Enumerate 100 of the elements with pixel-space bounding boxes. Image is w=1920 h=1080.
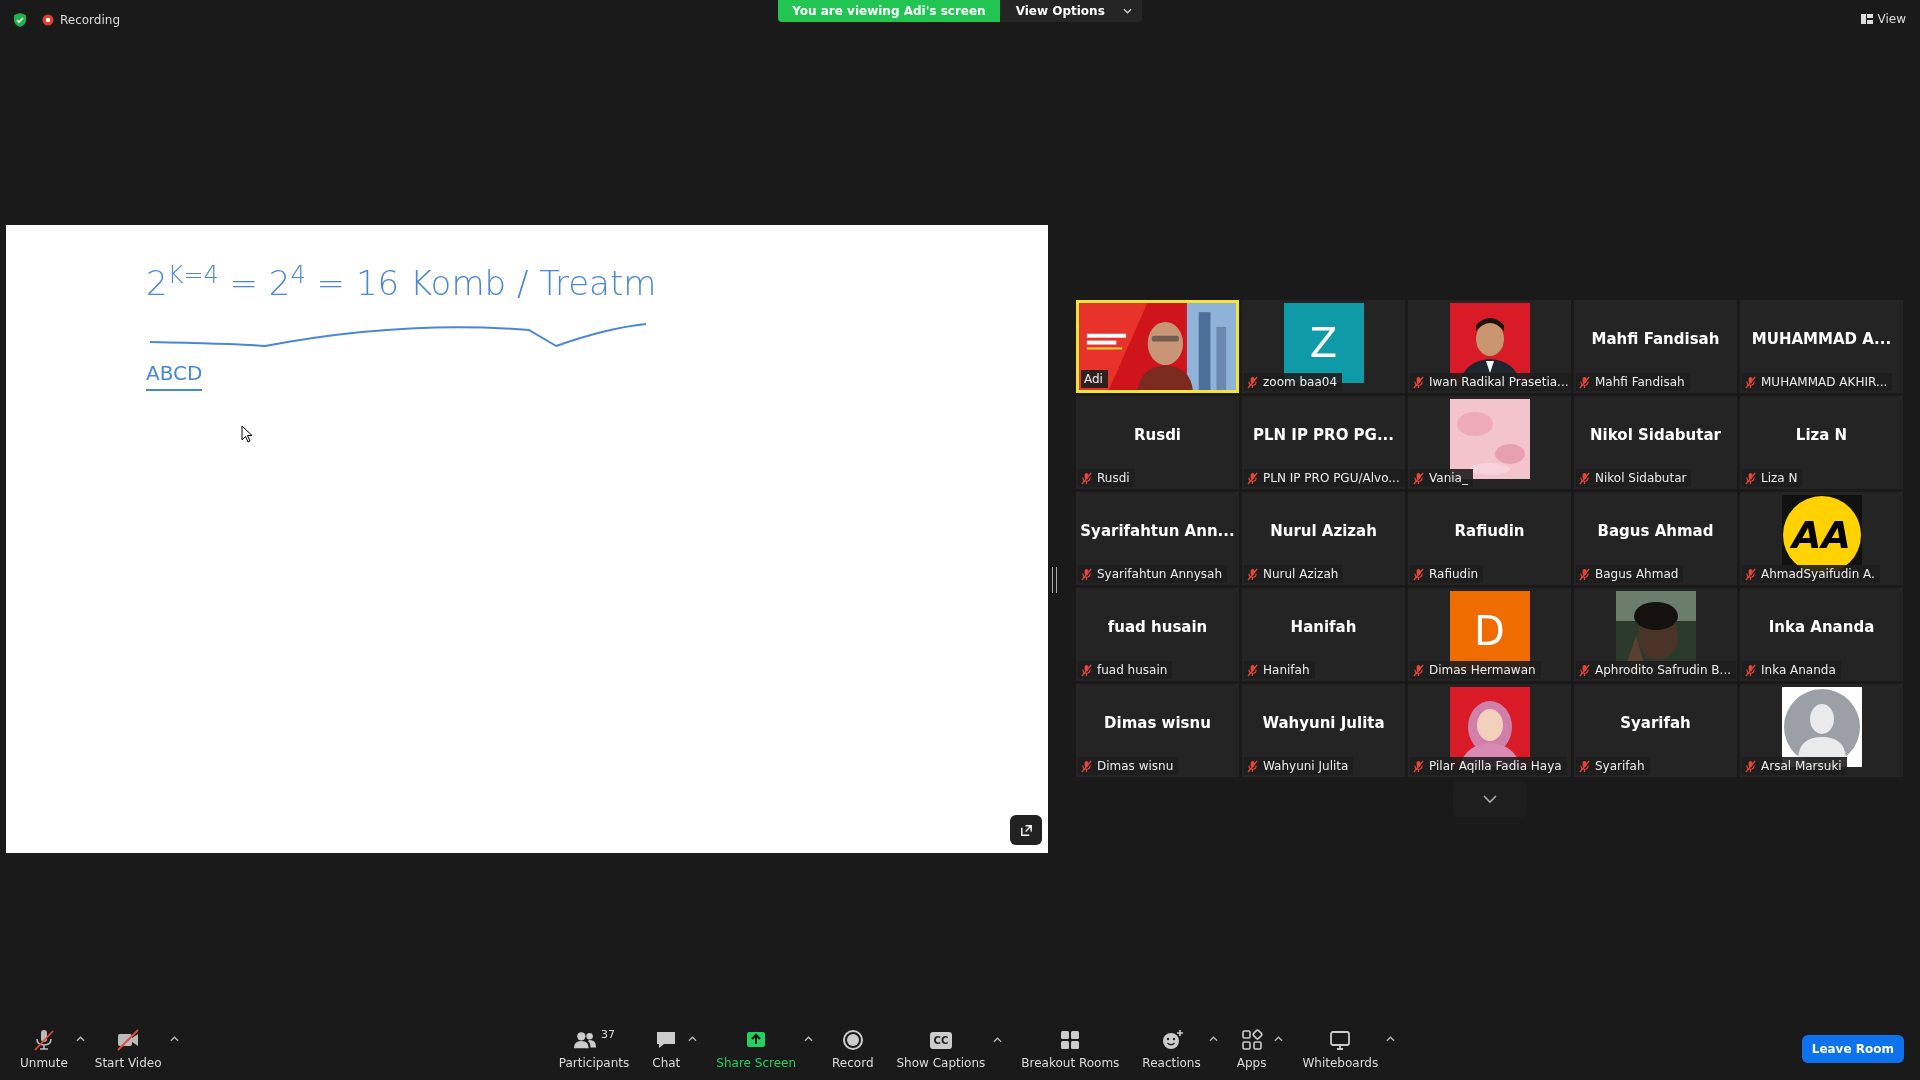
view-button[interactable]: View xyxy=(1860,12,1906,26)
grid-icon xyxy=(1860,13,1873,25)
participant-tile[interactable]: fuad husain fuad husain xyxy=(1076,588,1239,681)
viewing-banner: You are viewing Adi's screen xyxy=(778,0,1000,22)
caret-icon xyxy=(1122,8,1132,14)
participant-tile[interactable]: Bagus Ahmad Bagus Ahmad xyxy=(1574,492,1737,585)
participant-label: Syarifahtun Annysah xyxy=(1097,567,1222,581)
participant-label: zoom baa04 xyxy=(1263,375,1338,389)
participant-label: fuad husain xyxy=(1097,663,1168,677)
participant-name: Bagus Ahmad xyxy=(1597,521,1714,540)
participant-label: Arsal Marsuki xyxy=(1761,759,1842,773)
caret-icon[interactable] xyxy=(75,1036,85,1042)
toolbar-button[interactable]: 37 Participants xyxy=(554,1024,634,1074)
whiteboard-icon xyxy=(1328,1028,1353,1052)
participant-tile[interactable]: D Dimas Hermawan xyxy=(1408,588,1571,681)
participant-name: Rusdi xyxy=(1133,425,1181,444)
mouse-cursor-icon xyxy=(241,425,253,443)
participant-tile[interactable]: MUHAMMAD A... MUHAMMAD AKHIR... xyxy=(1740,300,1903,393)
apps-icon xyxy=(1239,1028,1264,1052)
resize-handle[interactable] xyxy=(1052,567,1057,593)
participant-tile[interactable]: Iwan Radikal Prasetia... xyxy=(1408,300,1571,393)
participant-name: PLN IP PRO PG... xyxy=(1252,425,1394,444)
participant-tile[interactable]: Syarifahtun Ann... Syarifahtun Annysah xyxy=(1076,492,1239,585)
caret-icon[interactable] xyxy=(993,1036,1003,1043)
toolbar-button[interactable]: Record xyxy=(828,1024,878,1074)
participant-tile[interactable]: Dimas wisnu Dimas wisnu xyxy=(1076,684,1239,777)
participant-label: Nurul Azizah xyxy=(1263,567,1339,581)
caret-icon[interactable] xyxy=(1208,1036,1218,1042)
participant-name: Syarifah xyxy=(1620,713,1691,732)
participant-tile[interactable]: Pilar Aqilla Fadia Haya xyxy=(1408,684,1571,777)
participant-tile[interactable]: Wahyuni Julita Wahyuni Julita xyxy=(1242,684,1405,777)
toolbar-button[interactable]: CC Show Captions xyxy=(892,1024,990,1074)
caret-icon[interactable] xyxy=(1386,1036,1396,1042)
participant-tile[interactable]: Inka Ananda Inka Ananda xyxy=(1740,588,1903,681)
caret-icon[interactable] xyxy=(169,1036,179,1042)
captions-icon: CC xyxy=(929,1031,953,1049)
participant-name: Dimas wisnu xyxy=(1104,713,1211,732)
participant-tile[interactable]: Liza N Liza N xyxy=(1740,396,1903,489)
participant-tile[interactable]: Vania_ xyxy=(1408,396,1571,489)
participant-tile[interactable]: Nikol Sidabutar Nikol Sidabutar xyxy=(1574,396,1737,489)
toolbar-button[interactable]: Unmute xyxy=(16,1024,72,1074)
camera-off-icon xyxy=(116,1028,141,1052)
participant-label: MUHAMMAD AKHIR... xyxy=(1761,375,1888,389)
participant-name: Mahfi Fandisah xyxy=(1591,329,1720,348)
caret-icon[interactable] xyxy=(688,1036,698,1042)
participant-tile[interactable]: Arsal Marsuki xyxy=(1740,684,1903,777)
participant-label: Pilar Aqilla Fadia Haya xyxy=(1429,759,1562,773)
participant-label: Nikol Sidabutar xyxy=(1595,471,1687,485)
participant-tile[interactable]: Adi xyxy=(1076,300,1239,393)
participant-tile[interactable]: Aphrodito Safrudin B... xyxy=(1574,588,1737,681)
record-icon xyxy=(840,1028,865,1052)
participant-tile[interactable]: Hanifah Hanifah xyxy=(1242,588,1405,681)
participant-tile[interactable]: Syarifah Syarifah xyxy=(1574,684,1737,777)
caret-icon[interactable] xyxy=(1274,1036,1284,1042)
participant-tile[interactable]: Nurul Azizah Nurul Azizah xyxy=(1242,492,1405,585)
caret-icon[interactable] xyxy=(804,1036,814,1042)
participant-name: Liza N xyxy=(1795,425,1848,444)
recording-label: Recording xyxy=(60,13,121,27)
participant-tile[interactable]: Z zoom baa04 xyxy=(1242,300,1405,393)
shield-icon[interactable] xyxy=(12,12,28,28)
participant-label: Wahyuni Julita xyxy=(1263,759,1349,773)
participant-count: 37 xyxy=(601,1028,616,1041)
participant-name: Nikol Sidabutar xyxy=(1590,425,1721,444)
participant-tile[interactable]: Mahfi Fandisah Mahfi Fandisah xyxy=(1574,300,1737,393)
participant-label: Aphrodito Safrudin B... xyxy=(1595,663,1732,677)
participant-label: Inka Ananda xyxy=(1761,663,1836,677)
participant-name: Nurul Azizah xyxy=(1270,521,1377,540)
toolbar-button[interactable]: Start Video xyxy=(90,1024,166,1074)
participant-name: Hanifah xyxy=(1290,617,1357,636)
participant-label: Vania_ xyxy=(1429,471,1468,485)
chevron-down-icon xyxy=(1481,794,1498,804)
handwritten-equation: 2$^{K=4}$ = 2$^{4}$ = 16 Komb / Treatm xyxy=(146,261,657,304)
share-corner-button[interactable] xyxy=(1010,815,1042,845)
participant-label: Iwan Radikal Prasetia... xyxy=(1429,375,1569,389)
toolbar-button[interactable]: Whiteboards xyxy=(1298,1024,1383,1074)
participant-tile[interactable]: Rafiudin Rafiudin xyxy=(1408,492,1571,585)
participant-label: Syarifah xyxy=(1595,759,1645,773)
participant-label: PLN IP PRO PGU/Alvo... xyxy=(1263,471,1400,485)
view-options-button[interactable]: View Options xyxy=(999,0,1142,22)
participant-name: Rafiudin xyxy=(1454,521,1525,540)
participant-label: Mahfi Fandisah xyxy=(1595,375,1685,389)
participant-label: Liza N xyxy=(1761,471,1798,485)
muted-mic-icon xyxy=(31,1028,56,1052)
toolbar-button[interactable]: Apps xyxy=(1232,1024,1271,1074)
handwritten-note: ABCD xyxy=(146,361,203,391)
leave-room-button[interactable]: Leave Room xyxy=(1801,1035,1904,1063)
share-out-icon xyxy=(1018,822,1034,838)
participant-tile[interactable]: PLN IP PRO PG... PLN IP PRO PGU/Alvo... xyxy=(1242,396,1405,489)
toolbar-button[interactable]: Reactions xyxy=(1138,1024,1205,1074)
participant-name: fuad husain xyxy=(1107,617,1208,636)
toolbar-button[interactable]: Share Screen xyxy=(712,1024,801,1074)
participant-label: Dimas wisnu xyxy=(1097,759,1174,773)
recording-indicator[interactable]: Recording xyxy=(42,13,121,27)
participant-tile[interactable]: Rusdi Rusdi xyxy=(1076,396,1239,489)
participant-name: Syarifahtun Ann... xyxy=(1080,521,1235,540)
record-dot-icon xyxy=(42,14,54,26)
participant-label: Dimas Hermawan xyxy=(1429,663,1536,677)
toolbar-button[interactable]: Breakout Rooms xyxy=(1017,1024,1124,1074)
participant-label: Rusdi xyxy=(1097,471,1130,485)
toolbar-button[interactable]: Chat xyxy=(648,1024,685,1074)
